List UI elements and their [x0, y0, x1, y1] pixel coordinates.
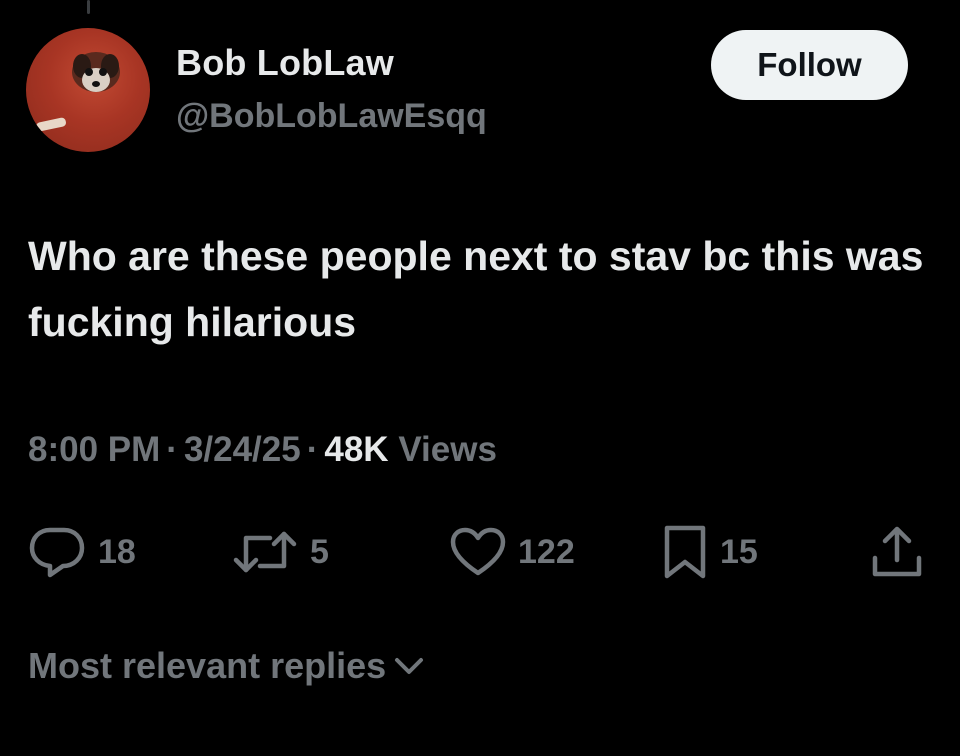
author-display-name[interactable]: Bob LobLaw [176, 42, 394, 84]
reply-icon [29, 527, 85, 578]
repost-button[interactable]: 5 [232, 524, 329, 580]
thread-connector-line [87, 0, 90, 14]
reply-button[interactable]: 18 [28, 524, 136, 580]
tweet-date[interactable]: 3/24/25 [184, 430, 301, 469]
tweet-actions-bar: 18 5 122 15 [0, 524, 960, 580]
meta-separator: · [166, 430, 178, 469]
like-count: 122 [518, 532, 575, 571]
tweet-time[interactable]: 8:00 PM [28, 430, 160, 469]
chevron-down-icon [395, 658, 424, 674]
tweet-text: Who are these people next to stav bc thi… [28, 233, 924, 345]
author-handle[interactable]: @BobLobLawEsqq [176, 97, 487, 136]
repost-count: 5 [310, 532, 329, 571]
views-count: 48K [324, 430, 389, 469]
replies-sort-dropdown[interactable]: Most relevant replies [28, 645, 426, 687]
bookmark-button[interactable]: 15 [662, 524, 758, 580]
repost-icon [233, 531, 297, 573]
share-icon [872, 526, 922, 577]
meta-separator: · [306, 430, 319, 469]
tweet-meta: 8:00 PM · 3/24/25 · 48K Views [28, 430, 497, 470]
reply-count: 18 [98, 532, 136, 571]
like-button[interactable]: 122 [450, 524, 575, 580]
replies-sort-label: Most relevant replies [28, 645, 387, 686]
bookmark-count: 15 [720, 532, 758, 571]
follow-button[interactable]: Follow [711, 30, 908, 100]
bookmark-icon [664, 525, 706, 579]
avatar[interactable] [26, 28, 150, 152]
views-label: Views [398, 430, 497, 469]
share-button[interactable] [870, 524, 924, 580]
dog-peeking-avatar-icon [36, 52, 120, 132]
heart-icon [450, 527, 506, 576]
